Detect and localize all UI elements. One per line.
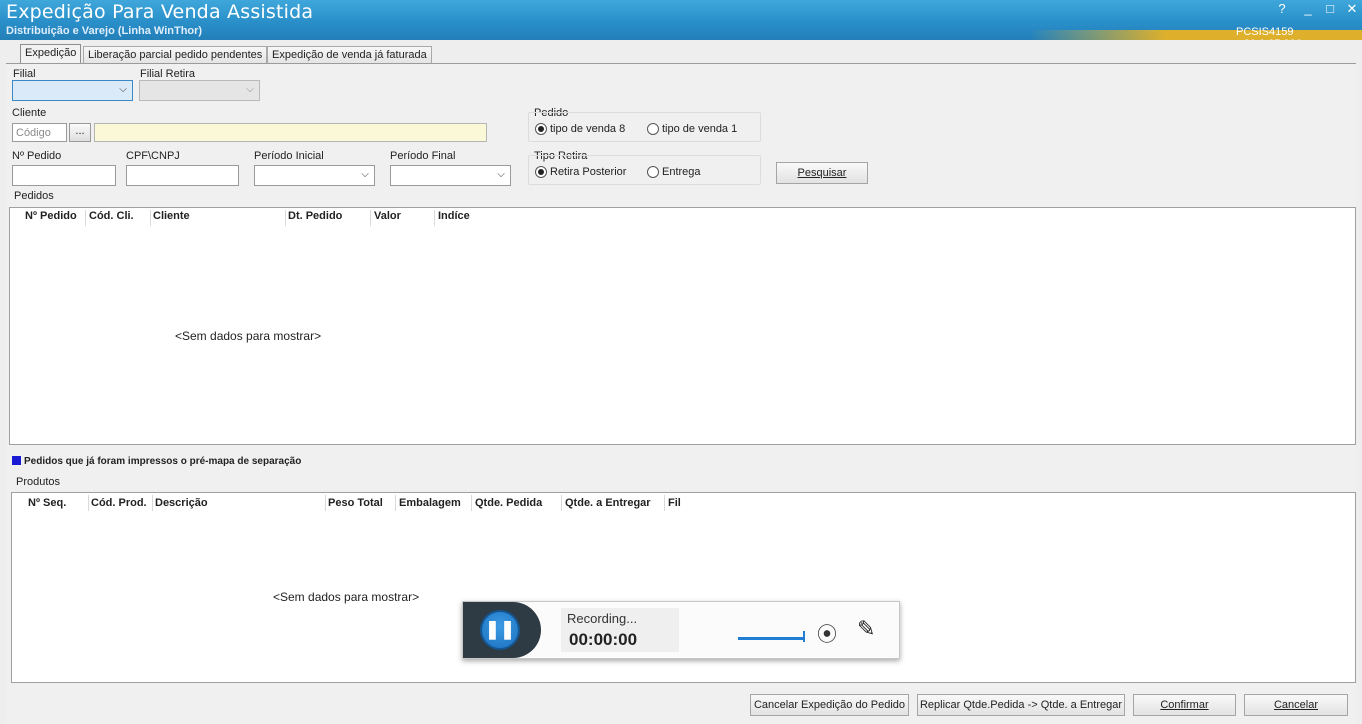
column-header[interactable]: Nº Pedido — [25, 210, 77, 222]
num-pedido-label: Nº Pedido — [12, 150, 62, 162]
filial-retira-label: Filial Retira — [140, 68, 196, 80]
legend-swatch — [12, 456, 21, 465]
radio-checked-icon — [535, 166, 547, 178]
radio-tipo-venda-1[interactable]: tipo de venda 1 — [647, 123, 737, 135]
recorder-status: Recording... — [567, 611, 638, 626]
filial-retira-select[interactable]: ⌵ — [139, 80, 260, 101]
help-icon[interactable]: ? — [1272, 2, 1292, 18]
column-header[interactable]: Embalagem — [399, 497, 461, 509]
column-header[interactable]: Cód. Cli. — [89, 210, 134, 222]
column-header[interactable]: Descrição — [155, 497, 208, 509]
column-header[interactable]: Qtde. a Entregar — [565, 497, 651, 509]
radio-label: tipo de venda 8 — [550, 123, 626, 135]
cancelar-expedicao-button[interactable]: Cancelar Expedição do Pedido — [750, 694, 909, 716]
produtos-empty-message: <Sem dados para mostrar> — [273, 590, 420, 604]
cancelar-button-label: Cancelar — [1273, 699, 1319, 711]
pedidos-section-label: Pedidos — [14, 190, 54, 202]
recorder-control-area: ❚❚ — [463, 602, 541, 658]
cpf-cnpj-label: CPF\CNPJ — [126, 150, 180, 162]
tab-expedicao-faturada[interactable]: Expedição de venda já faturada — [267, 46, 432, 64]
title-bar: Expedição Para Venda Assistida Distribui… — [0, 0, 1362, 40]
pesquisar-button-label: Pesquisar — [797, 167, 847, 179]
chevron-down-icon: ⌵ — [497, 169, 505, 180]
recorder-status-box: Recording... 00:00:00 — [561, 608, 679, 652]
tab-expedicao[interactable]: Expedição — [20, 44, 82, 64]
radio-tipo-venda-8[interactable]: tipo de venda 8 — [535, 123, 625, 135]
cancelar-button[interactable]: Cancelar — [1244, 694, 1348, 716]
screen-recorder-widget: ❚❚ Recording... 00:00:00 ⦿ ✎ — [462, 601, 900, 659]
pedidos-grid-header: Nº Pedido Cód. Cli. Cliente Dt. Pedido V… — [10, 208, 1355, 228]
close-button[interactable]: ✕ — [1342, 2, 1362, 18]
pencil-icon[interactable]: ✎ — [857, 616, 875, 642]
periodo-final-date[interactable]: ⌵ — [390, 165, 511, 186]
column-header[interactable]: Cliente — [153, 210, 190, 222]
radio-label: Retira Posterior — [550, 166, 627, 178]
cliente-browse-button[interactable]: ... — [69, 123, 91, 142]
radio-entrega[interactable]: Entrega — [647, 166, 701, 178]
radio-checked-icon — [535, 123, 547, 135]
confirmar-button[interactable]: Confirmar — [1133, 694, 1236, 716]
maximize-button[interactable]: □ — [1320, 2, 1340, 18]
column-header[interactable]: Cód. Prod. — [91, 497, 147, 509]
pause-icon[interactable]: ❚❚ — [480, 610, 520, 650]
column-header[interactable]: Dt. Pedido — [288, 210, 342, 222]
radio-label: tipo de venda 1 — [662, 123, 738, 135]
confirmar-button-label: Confirmar — [1160, 699, 1209, 711]
column-header[interactable]: Fil — [668, 497, 681, 509]
volume-slider[interactable] — [738, 637, 804, 640]
num-pedido-input[interactable] — [12, 165, 116, 186]
chevron-down-icon: ⌵ — [361, 169, 369, 180]
version-label: PCSIS4159 v.30.0.05.006 — [1236, 26, 1302, 40]
pedidos-empty-message: <Sem dados para mostrar> — [175, 329, 322, 343]
radio-label: Entrega — [662, 166, 701, 178]
pedidos-grid[interactable]: Nº Pedido Cód. Cli. Cliente Dt. Pedido V… — [9, 207, 1356, 445]
chevron-down-icon: ⌵ — [246, 84, 254, 95]
legend-label: Pedidos que já foram impressos o pré-map… — [24, 456, 302, 467]
filial-label: Filial — [13, 68, 36, 80]
column-header[interactable]: Peso Total — [328, 497, 383, 509]
tab-liberacao-parcial[interactable]: Liberação parcial pedido pendentes — [83, 46, 268, 64]
replicar-button[interactable]: Replicar Qtde.Pedida -> Qtde. a Entregar — [917, 694, 1125, 716]
filial-select[interactable]: ⌵ — [12, 80, 133, 101]
periodo-inicial-label: Período Inicial — [254, 150, 324, 162]
pesquisar-button[interactable]: Pesquisar — [776, 162, 868, 184]
cliente-label: Cliente — [12, 107, 47, 119]
radio-unchecked-icon — [647, 123, 659, 135]
column-header[interactable]: Qtde. Pedida — [475, 497, 542, 509]
radio-unchecked-icon — [647, 166, 659, 178]
radio-retira-posterior[interactable]: Retira Posterior — [535, 166, 626, 178]
cliente-code-input[interactable] — [12, 123, 67, 142]
cpf-cnpj-input[interactable] — [126, 165, 239, 186]
column-header[interactable]: Indíce — [438, 210, 470, 222]
webcam-icon[interactable]: ⦿ — [817, 618, 837, 647]
produtos-section-label: Produtos — [16, 476, 61, 488]
tab-strip: Expedição Liberação parcial pedido pende… — [0, 40, 1362, 64]
periodo-inicial-date[interactable]: ⌵ — [254, 165, 375, 186]
column-header[interactable]: Nº Seq. — [28, 497, 66, 509]
column-header[interactable]: Valor — [374, 210, 401, 222]
cliente-name-input[interactable] — [94, 123, 487, 142]
window-title: Expedição Para Venda Assistida — [6, 1, 314, 23]
window-subtitle: Distribuição e Varejo (Linha WinThor) — [6, 25, 203, 37]
produtos-grid-header: Nº Seq. Cód. Prod. Descrição Peso Total … — [12, 493, 1355, 513]
minimize-button[interactable]: _ — [1298, 2, 1318, 18]
recorder-timer: 00:00:00 — [569, 630, 638, 649]
periodo-final-label: Período Final — [390, 150, 456, 162]
volume-slider-handle[interactable] — [803, 631, 805, 642]
chevron-down-icon: ⌵ — [119, 84, 127, 95]
